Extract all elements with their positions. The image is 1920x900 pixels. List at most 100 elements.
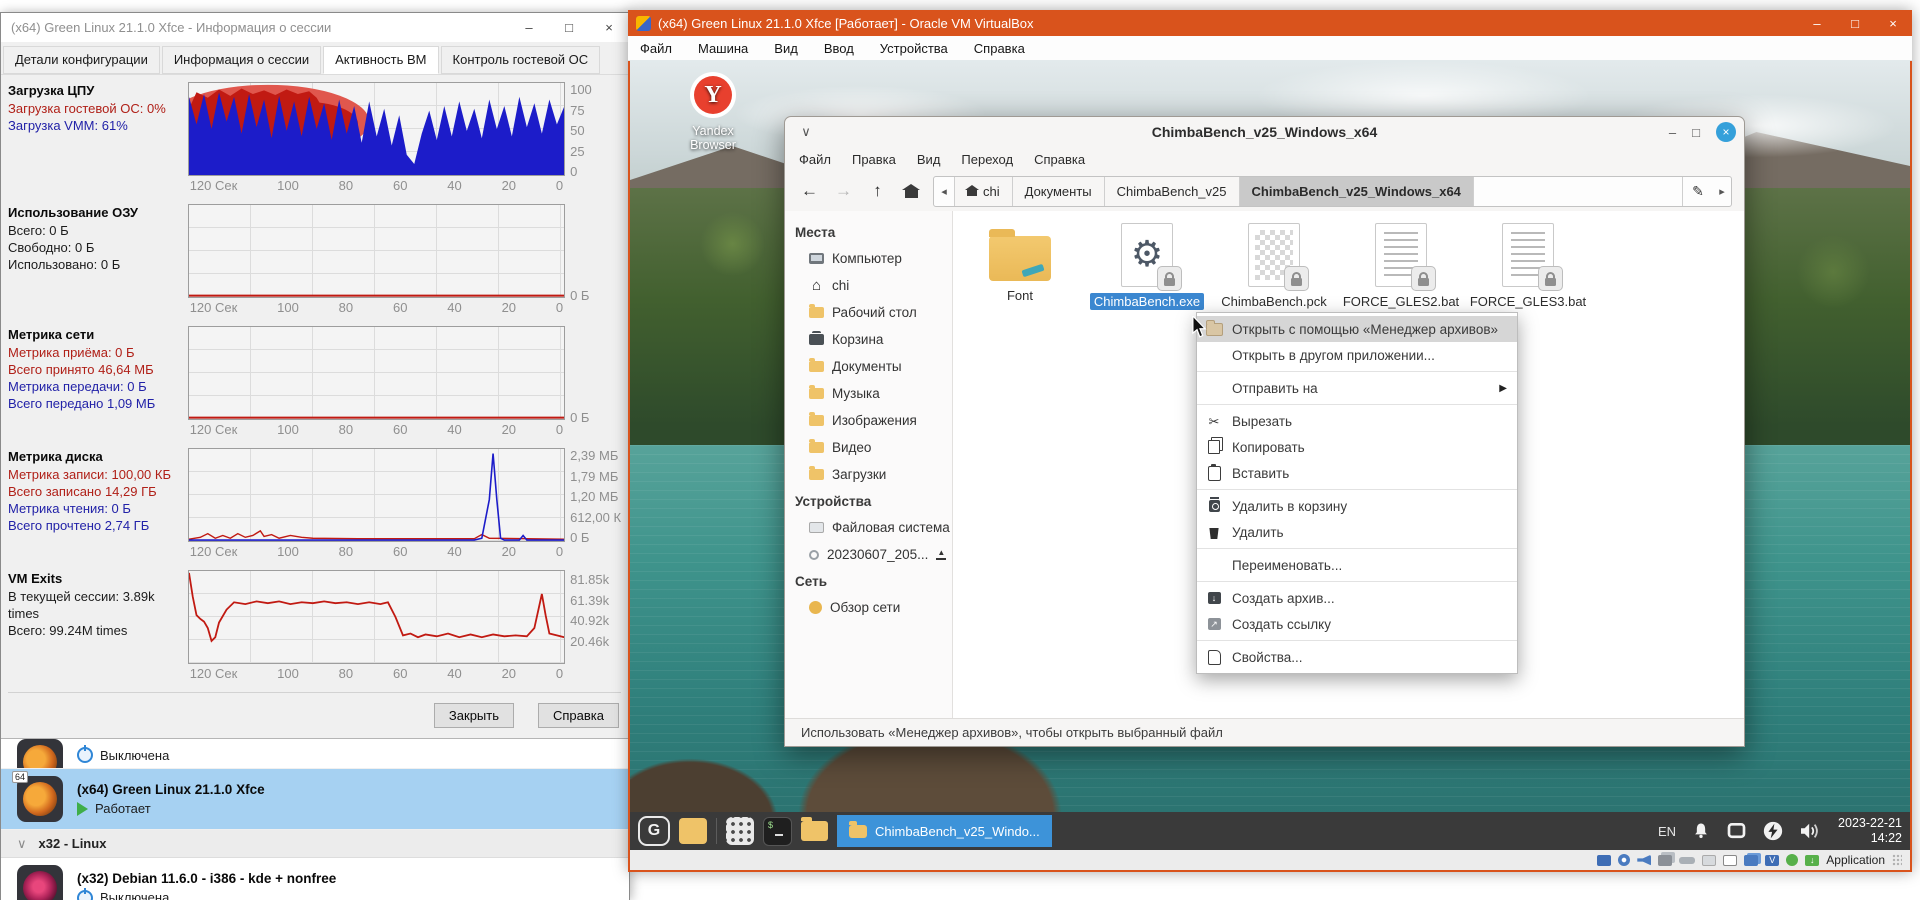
optical-status-icon[interactable] xyxy=(1618,854,1631,866)
vm-menu-0[interactable]: Файл xyxy=(640,41,672,56)
fm-maximize-button[interactable]: □ xyxy=(1692,125,1700,140)
fm-minimize-button[interactable]: – xyxy=(1669,125,1676,140)
eject-icon[interactable]: ▲ xyxy=(936,548,947,560)
close-dialog-button[interactable]: Закрыть xyxy=(433,703,514,728)
context-menu-item-3[interactable]: Отправить на ▶ xyxy=(1197,375,1517,401)
fm-menu-1[interactable]: Правка xyxy=(852,152,896,167)
fm-menu-2[interactable]: Вид xyxy=(917,152,941,167)
display-status-icon[interactable] xyxy=(1723,854,1738,866)
help-button[interactable]: Справка xyxy=(538,703,619,728)
context-menu-item-6[interactable]: Копировать xyxy=(1197,434,1517,460)
file-tile-bat[interactable]: FORCE_GLES2.bat xyxy=(1342,223,1460,309)
usb-status-icon[interactable] xyxy=(1679,856,1696,864)
sidebar-item-документы[interactable]: Документы xyxy=(785,353,952,380)
context-menu-item-1[interactable]: Открыть в другом приложении... xyxy=(1197,342,1517,368)
file-manager-launcher-icon[interactable] xyxy=(801,817,828,841)
sidebar-item-музыка[interactable]: Музыка xyxy=(785,380,952,407)
keyboard-layout-indicator[interactable]: EN xyxy=(1658,824,1676,839)
volume-icon[interactable] xyxy=(1799,821,1823,841)
audio-status-icon[interactable] xyxy=(1637,854,1652,866)
vm-list-item[interactable]: (x32) Debian 11.6.0 - i386 - kde + nonfr… xyxy=(1,858,629,900)
sidebar-item-изображения[interactable]: Изображения xyxy=(785,407,952,434)
network-status-icon[interactable] xyxy=(1658,854,1673,866)
desktop-icon-yandex-browser[interactable]: Y Yandex Browser xyxy=(668,72,758,152)
tab-2[interactable]: Активность ВМ xyxy=(323,46,439,74)
mouse-status-icon[interactable] xyxy=(1786,854,1799,866)
breadcrumb-prev-icon[interactable]: ◂ xyxy=(934,176,955,206)
fm-menu-0[interactable]: Файл xyxy=(799,152,831,167)
sidebar-item-chi[interactable]: ⌂ chi xyxy=(785,272,952,299)
files-launcher-icon[interactable] xyxy=(679,818,707,844)
context-menu-item-7[interactable]: Вставить xyxy=(1197,460,1517,486)
vm-menu-4[interactable]: Устройства xyxy=(880,41,948,56)
chevron-down-icon[interactable]: ∨ xyxy=(793,124,819,140)
tab-3[interactable]: Контроль гостевой ОС xyxy=(440,46,601,74)
app-grid-icon[interactable] xyxy=(726,817,754,845)
file-tile-folder[interactable]: Font xyxy=(961,223,1079,303)
card-status-icon[interactable] xyxy=(1702,854,1717,866)
vm-list-item[interactable]: Выключена xyxy=(1,739,629,769)
vm-close-button[interactable]: × xyxy=(1874,16,1912,31)
harddisk-status-icon[interactable] xyxy=(1597,854,1612,866)
sidebar-item-рабочий-стол[interactable]: Рабочий стол xyxy=(785,299,952,326)
vm-minimize-button[interactable]: – xyxy=(1798,16,1836,31)
up-icon[interactable]: ↑ xyxy=(865,181,890,201)
vlogo-status-icon[interactable]: V xyxy=(1765,854,1780,866)
display-icon[interactable] xyxy=(1726,821,1747,841)
vm-maximize-button[interactable]: □ xyxy=(1836,16,1874,31)
taskbar-task-button[interactable]: ChimbaBench_v25_Windo... xyxy=(837,815,1052,847)
maximize-button[interactable]: □ xyxy=(549,13,589,42)
vm-menu-5[interactable]: Справка xyxy=(974,41,1025,56)
download-status-icon[interactable]: ↓ xyxy=(1805,854,1820,866)
terminal-icon[interactable] xyxy=(763,816,792,846)
vm-menu-1[interactable]: Машина xyxy=(698,41,748,56)
vm-menu-3[interactable]: Ввод xyxy=(824,41,854,56)
context-menu-item-17[interactable]: Свойства... xyxy=(1197,644,1517,670)
context-menu-item-10[interactable]: Удалить xyxy=(1197,519,1517,545)
sidebar-item-компьютер[interactable]: Компьютер xyxy=(785,245,952,272)
context-menu-item-9[interactable]: Удалить в корзину xyxy=(1197,493,1517,519)
session-window-titlebar[interactable]: (x64) Green Linux 21.1.0 Xfce - Информац… xyxy=(1,13,629,42)
g-menu-button[interactable]: G xyxy=(638,816,670,846)
context-menu-item-15[interactable]: ↗ Создать ссылку xyxy=(1197,611,1517,637)
vm-menu-2[interactable]: Вид xyxy=(774,41,798,56)
shared-status-icon[interactable] xyxy=(1744,854,1759,866)
vm-list-item[interactable]: 64 (x64) Green Linux 21.1.0 Xfce Работает xyxy=(1,769,629,830)
context-menu-item-5[interactable]: ✂ Вырезать xyxy=(1197,408,1517,434)
breadcrumb-next-icon[interactable]: ▸ xyxy=(1713,177,1731,206)
clock[interactable]: 2023-22-21 14:22 xyxy=(1838,816,1902,846)
chevron-down-icon[interactable]: ∨ xyxy=(17,836,27,852)
context-menu-item-12[interactable]: Переименовать... xyxy=(1197,552,1517,578)
power-manager-icon[interactable] xyxy=(1762,820,1784,842)
breadcrumb-item-1[interactable]: Документы xyxy=(1012,176,1105,206)
sidebar-item-корзина[interactable]: Корзина xyxy=(785,326,952,353)
sidebar-item-видео[interactable]: Видео xyxy=(785,434,952,461)
context-menu-item-14[interactable]: ↓ Создать архив... xyxy=(1197,585,1517,611)
file-tile-exe[interactable]: ⚙ ChimbaBench.exe xyxy=(1088,223,1206,310)
fm-menu-4[interactable]: Справка xyxy=(1034,152,1085,167)
resize-grip[interactable] xyxy=(1892,854,1902,866)
file-tile-pck[interactable]: ChimbaBench.pck xyxy=(1215,223,1333,309)
sidebar-item-файловая-система[interactable]: Файловая система xyxy=(785,514,952,541)
fm-menu-3[interactable]: Переход xyxy=(961,152,1013,167)
breadcrumb-item-0[interactable]: chi xyxy=(955,176,1013,206)
sidebar-item-20230607-205-[interactable]: 20230607_205... ▲ xyxy=(785,541,952,568)
breadcrumb-item-2[interactable]: ChimbaBench_v25 xyxy=(1104,176,1240,206)
tab-1[interactable]: Информация о сессии xyxy=(161,46,322,74)
bell-icon[interactable] xyxy=(1691,821,1711,841)
tab-0[interactable]: Детали конфигурации xyxy=(3,46,160,74)
fm-close-button[interactable]: × xyxy=(1716,122,1736,142)
close-button[interactable]: × xyxy=(589,13,629,42)
file-tile-bat[interactable]: FORCE_GLES3.bat xyxy=(1469,223,1587,309)
vm-window-titlebar[interactable]: (x64) Green Linux 21.1.0 Xfce [Работает]… xyxy=(628,10,1912,36)
back-icon[interactable]: ← xyxy=(797,181,822,201)
forward-icon[interactable]: → xyxy=(831,181,856,201)
sidebar-item-обзор-сети[interactable]: Обзор сети xyxy=(785,594,952,621)
home-icon[interactable] xyxy=(902,184,920,198)
breadcrumb-item-3[interactable]: ChimbaBench_v25_Windows_x64 xyxy=(1239,176,1474,206)
fm-titlebar[interactable]: ∨ ChimbaBench_v25_Windows_x64 – □ × xyxy=(785,117,1744,147)
edit-path-icon[interactable]: ✎ xyxy=(1682,176,1713,206)
minimize-button[interactable]: – xyxy=(509,13,549,42)
context-menu-item-0[interactable]: Открыть с помощью «Менеджер архивов» xyxy=(1197,316,1517,342)
sidebar-item-загрузки[interactable]: Загрузки xyxy=(785,461,952,488)
